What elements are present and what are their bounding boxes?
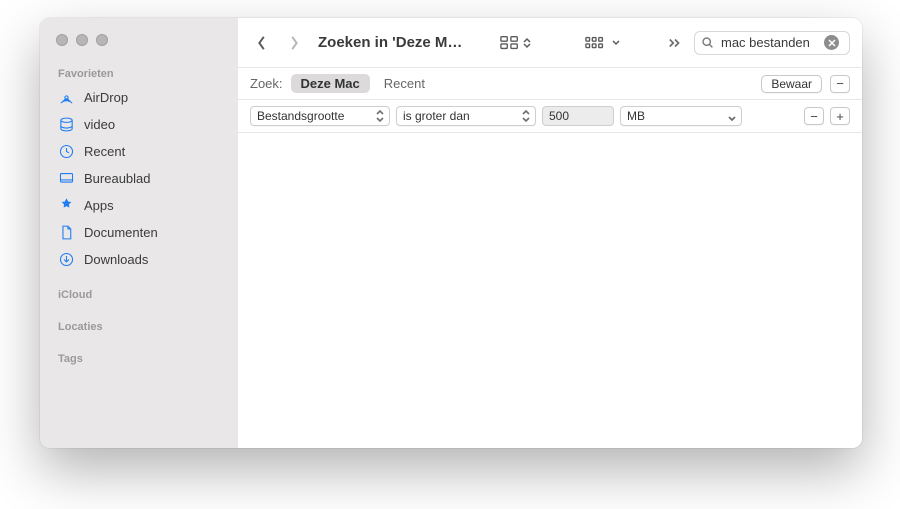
sidebar-item-airdrop[interactable]: AirDrop — [40, 84, 238, 111]
desktop-icon — [58, 170, 75, 187]
sidebar-section-tags[interactable]: Tags — [40, 347, 238, 369]
group-by-menu[interactable] — [581, 36, 625, 50]
clear-search-button[interactable] — [824, 35, 839, 50]
sidebar-section-locations[interactable]: Locaties — [40, 315, 238, 337]
download-icon — [58, 251, 75, 268]
forward-button[interactable] — [282, 29, 306, 57]
sidebar-item-recent[interactable]: Recent — [40, 138, 238, 165]
sidebar-item-documents[interactable]: Documenten — [40, 219, 238, 246]
minimize-traffic-light[interactable] — [76, 34, 88, 46]
sidebar-item-label: Downloads — [84, 252, 148, 267]
sidebar-item-label: AirDrop — [84, 90, 128, 105]
chevron-updown-icon — [522, 109, 532, 123]
chevron-down-icon — [728, 112, 736, 126]
scope-recent[interactable]: Recent — [378, 74, 431, 93]
sidebar-section-favorites: Favorieten — [40, 62, 238, 84]
airdrop-icon — [58, 89, 75, 106]
search-criteria-row: Bestandsgrootte is groter dan MB − — [238, 100, 862, 133]
criteria-remove-button[interactable]: − — [804, 107, 824, 125]
criteria-unit-label: MB — [627, 109, 645, 123]
sidebar-item-label: Recent — [84, 144, 125, 159]
save-search-button[interactable]: Bewaar — [761, 75, 822, 93]
criteria-value-input[interactable] — [542, 106, 614, 126]
search-label: Zoek: — [250, 76, 283, 91]
sidebar-section-icloud[interactable]: iCloud — [40, 283, 238, 305]
apps-icon — [58, 197, 75, 214]
toolbar: Zoeken in 'Deze M… — [238, 18, 862, 68]
document-icon — [58, 224, 75, 241]
window-controls — [40, 30, 238, 62]
criteria-attribute-label: Bestandsgrootte — [257, 109, 344, 123]
zoom-traffic-light[interactable] — [96, 34, 108, 46]
sidebar-item-label: Documenten — [84, 225, 158, 240]
scope-this-mac[interactable]: Deze Mac — [291, 74, 370, 93]
sidebar-item-video[interactable]: video — [40, 111, 238, 138]
main-panel: Zoeken in 'Deze M… — [238, 18, 862, 448]
criteria-add-button[interactable]: + — [830, 107, 850, 125]
sidebar: Favorieten AirDrop video Recent Bureaubl… — [40, 18, 238, 448]
search-field[interactable] — [694, 31, 850, 55]
criteria-comparator-label: is groter dan — [403, 109, 470, 123]
finder-window: Favorieten AirDrop video Recent Bureaubl… — [40, 18, 862, 448]
sidebar-item-label: Bureaublad — [84, 171, 151, 186]
search-scope-bar: Zoek: Deze Mac Recent Bewaar − — [238, 68, 862, 100]
search-input[interactable] — [719, 34, 819, 51]
sidebar-item-downloads[interactable]: Downloads — [40, 246, 238, 273]
criteria-unit-select[interactable]: MB — [620, 106, 742, 126]
sidebar-item-label: video — [84, 117, 115, 132]
criteria-attribute-select[interactable]: Bestandsgrootte — [250, 106, 390, 126]
disk-icon — [58, 116, 75, 133]
remove-criteria-button[interactable]: − — [830, 75, 850, 93]
toolbar-overflow-button[interactable] — [664, 37, 686, 49]
clock-icon — [58, 143, 75, 160]
close-traffic-light[interactable] — [56, 34, 68, 46]
view-switcher[interactable] — [496, 35, 535, 51]
results-area — [238, 133, 862, 448]
sidebar-item-apps[interactable]: Apps — [40, 192, 238, 219]
back-button[interactable] — [250, 29, 274, 57]
criteria-comparator-select[interactable]: is groter dan — [396, 106, 536, 126]
sidebar-item-label: Apps — [84, 198, 114, 213]
window-title: Zoeken in 'Deze M… — [318, 34, 462, 51]
chevron-updown-icon — [376, 109, 386, 123]
sidebar-item-desktop[interactable]: Bureaublad — [40, 165, 238, 192]
search-icon — [701, 36, 714, 49]
